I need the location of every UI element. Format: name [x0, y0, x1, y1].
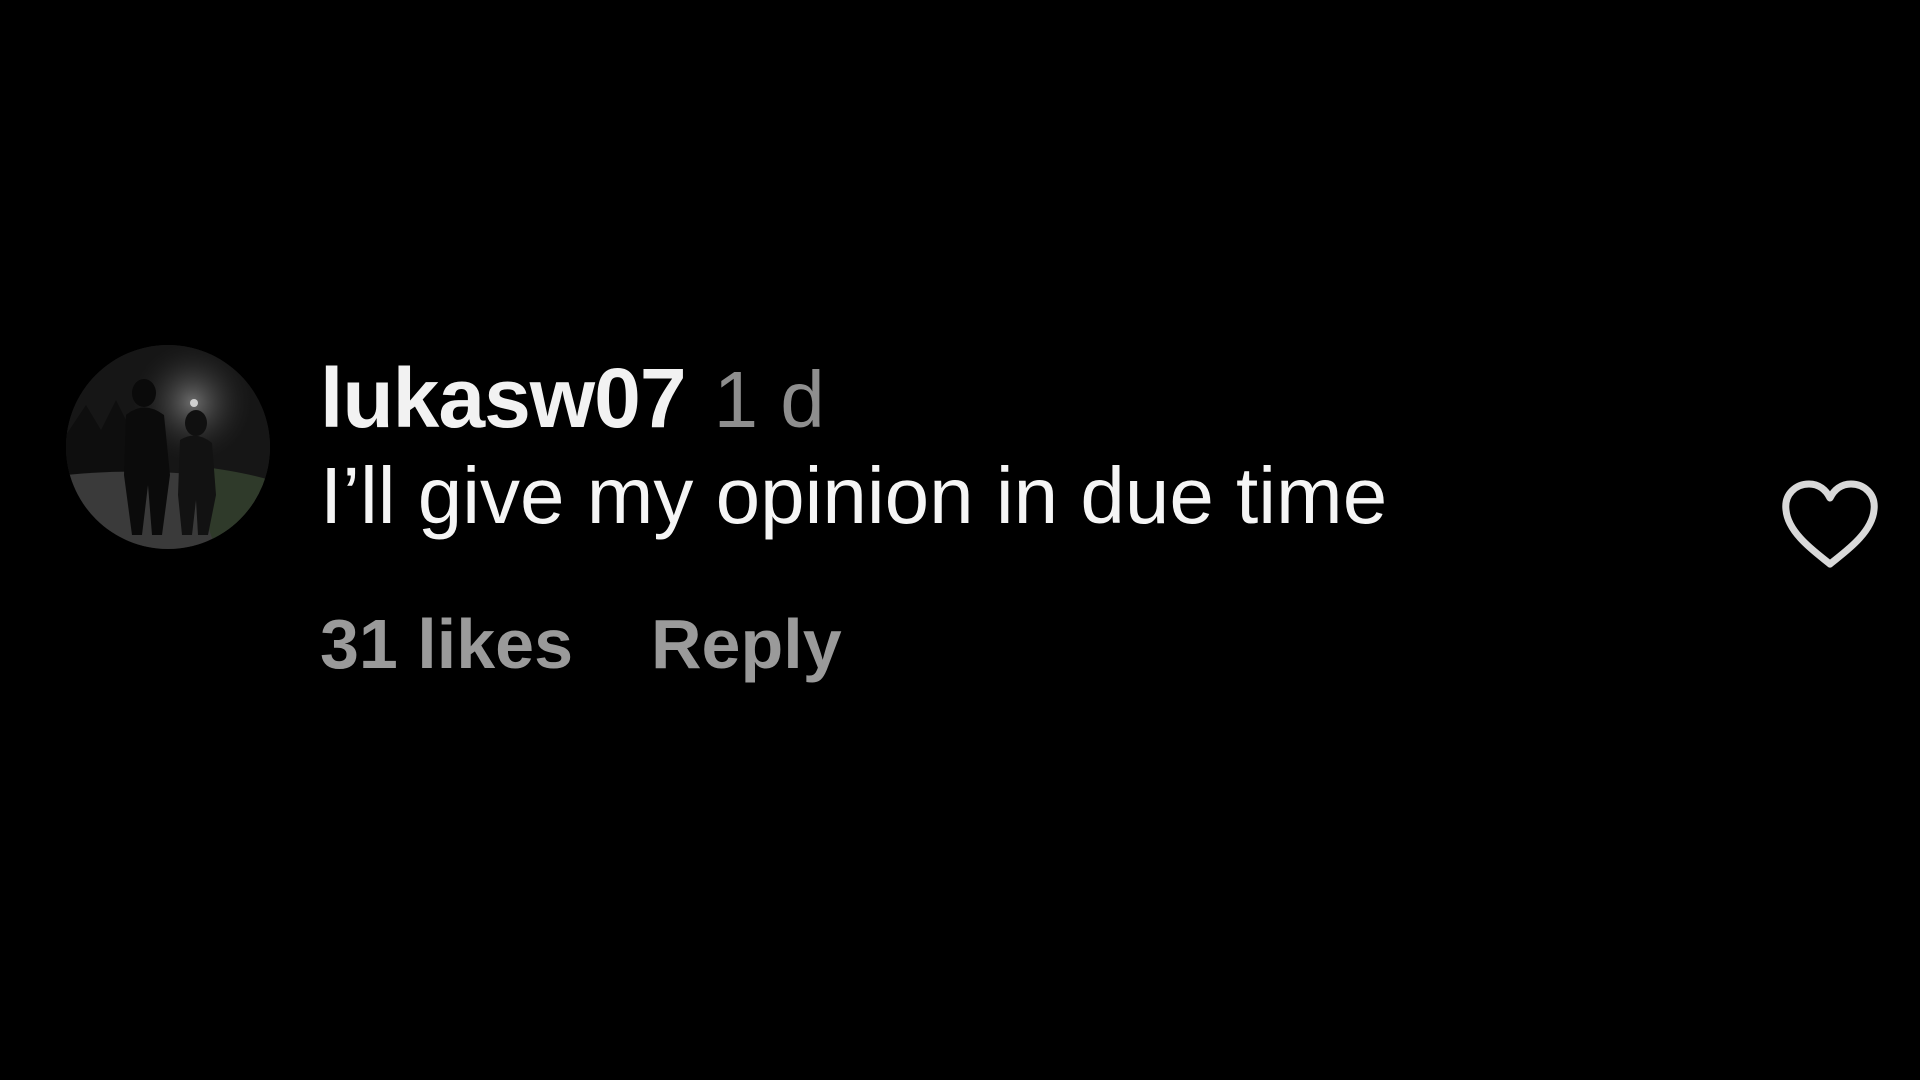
heart-outline-icon	[1782, 480, 1878, 568]
comment-header: lukasw07 1 d	[320, 350, 1387, 445]
avatar[interactable]	[66, 345, 270, 549]
comment-text: I’ll give my opinion in due time	[320, 451, 1388, 540]
reply-button[interactable]: Reply	[651, 604, 842, 684]
like-button[interactable]	[1778, 476, 1882, 572]
comment-actions: 31 likes Reply	[320, 604, 1387, 684]
comment-item: lukasw07 1 d I’ll give my opinion in due…	[0, 0, 1920, 1080]
avatar-photo	[66, 345, 270, 549]
username[interactable]: lukasw07	[320, 350, 687, 447]
likes-count-button[interactable]: 31 likes	[320, 604, 573, 684]
comment-body: lukasw07 1 d I’ll give my opinion in due…	[320, 350, 1387, 684]
timestamp: 1 d	[713, 355, 825, 444]
